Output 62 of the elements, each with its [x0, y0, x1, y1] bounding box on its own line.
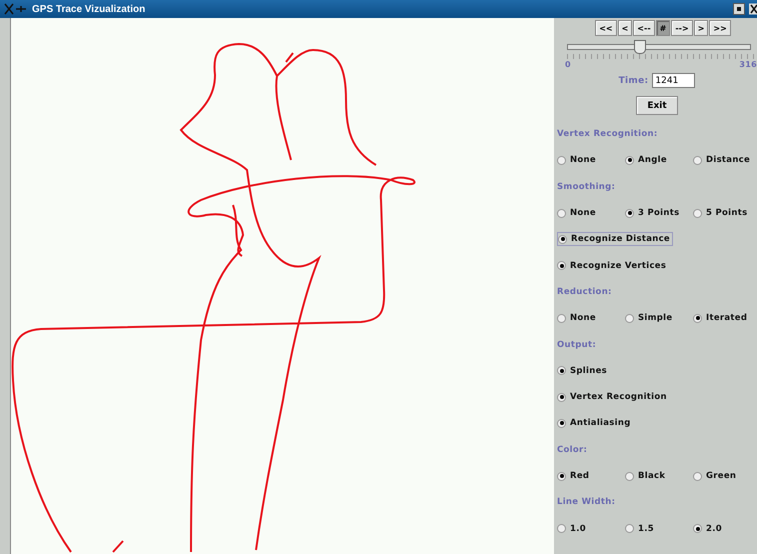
option-label[interactable]: Black: [638, 471, 666, 481]
exit-button[interactable]: Exit: [636, 96, 678, 115]
option-label[interactable]: 3 Points: [638, 208, 680, 218]
radio-button[interactable]: [625, 472, 634, 480]
radio-button[interactable]: [557, 156, 566, 165]
nav-button[interactable]: #: [656, 20, 670, 36]
radio-button[interactable]: [557, 524, 566, 534]
time-field[interactable]: 1241: [652, 73, 696, 88]
nav-button[interactable]: <: [618, 20, 632, 36]
option-label[interactable]: Splines: [570, 366, 608, 376]
option-label[interactable]: 2.0: [706, 524, 722, 534]
radio-button[interactable]: [557, 314, 566, 323]
radio-button[interactable]: [557, 392, 566, 402]
radio-button[interactable]: [693, 156, 702, 165]
radio-button[interactable]: [693, 314, 702, 323]
radio-button[interactable]: [625, 208, 634, 218]
section-heading: Reduction:: [557, 286, 612, 297]
radio-button[interactable]: [557, 208, 566, 218]
window-title: GPS Trace Vizualization: [32, 4, 146, 14]
option-label[interactable]: None: [570, 208, 596, 218]
nav-button[interactable]: >>: [709, 20, 731, 36]
section-heading: Output:: [557, 340, 596, 350]
radio-button[interactable]: [558, 234, 567, 244]
nav-button[interactable]: -->: [671, 20, 693, 36]
radio-button[interactable]: [557, 261, 566, 270]
option-label[interactable]: Recognize Vertices: [570, 260, 666, 271]
option-label[interactable]: None: [570, 155, 596, 166]
radio-button[interactable]: [557, 366, 566, 376]
option-label[interactable]: Green: [706, 471, 736, 481]
nav-button[interactable]: <--: [633, 20, 655, 36]
section-heading: Vertex Recognition:: [557, 129, 658, 140]
option-label[interactable]: Iterated: [706, 313, 748, 324]
option-label[interactable]: 1.0: [570, 524, 586, 534]
option-label[interactable]: 1.5: [638, 524, 654, 534]
window-menu-icon[interactable]: [4, 3, 28, 15]
radio-button[interactable]: [693, 524, 702, 534]
radio-button[interactable]: [557, 418, 566, 428]
option-label[interactable]: Distance: [706, 155, 750, 166]
option-label[interactable]: Red: [570, 471, 590, 481]
close-icon[interactable]: [749, 3, 757, 15]
radio-button[interactable]: [557, 472, 566, 480]
time-label: Time:: [618, 76, 648, 86]
option-label[interactable]: Antialiasing: [570, 418, 631, 428]
section-heading: Line Width:: [557, 497, 616, 508]
option-label[interactable]: 5 Points: [706, 208, 748, 218]
radio-button[interactable]: [625, 314, 634, 323]
nav-button[interactable]: >: [694, 20, 708, 36]
option-label[interactable]: Simple: [638, 313, 672, 324]
radio-button[interactable]: [625, 524, 634, 534]
scale-label: 316: [739, 60, 757, 69]
nav-button[interactable]: <<: [595, 20, 617, 36]
option-label[interactable]: None: [570, 313, 596, 324]
radio-button[interactable]: [693, 472, 702, 480]
maximize-icon[interactable]: [733, 3, 745, 15]
scale-label: 0: [565, 60, 571, 69]
option-label[interactable]: Vertex Recognition: [570, 392, 667, 402]
slider-thumb[interactable]: [634, 40, 646, 54]
option-label[interactable]: Angle: [638, 155, 667, 166]
radio-button[interactable]: [625, 156, 634, 165]
radio-button[interactable]: [693, 208, 702, 218]
section-heading: Smoothing:: [557, 182, 616, 192]
section-heading: Color:: [557, 444, 588, 455]
